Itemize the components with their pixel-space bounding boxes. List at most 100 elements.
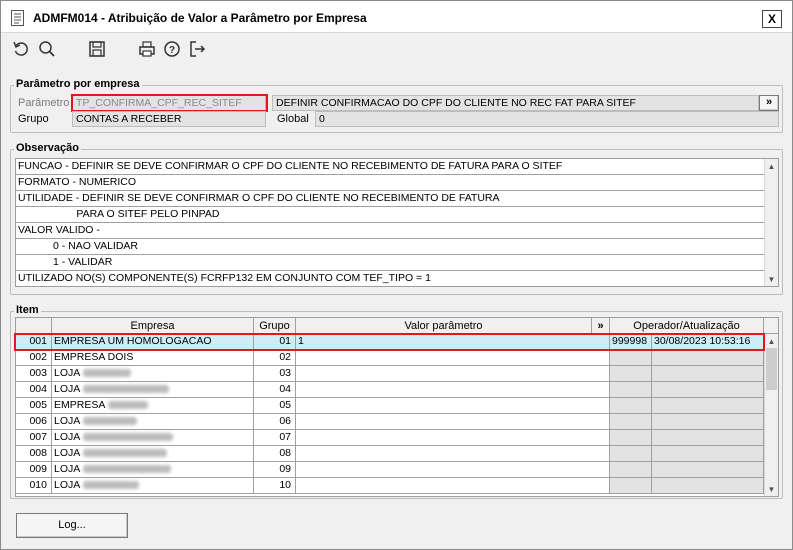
cell-atualizacao[interactable]	[652, 350, 764, 366]
cell-atualizacao[interactable]	[652, 430, 764, 446]
header-empresa[interactable]: Empresa	[52, 318, 254, 334]
cell-atualizacao[interactable]	[652, 446, 764, 462]
scroll-down-icon[interactable]: ▼	[765, 482, 778, 496]
header-valor[interactable]: Valor parâmetro	[296, 318, 592, 334]
empresa-name: EMPRESA DOIS	[54, 351, 134, 363]
cell-atualizacao[interactable]	[652, 382, 764, 398]
header-grupo[interactable]: Grupo	[254, 318, 296, 334]
observacao-line: FORMATO - NUMERICO	[16, 175, 764, 191]
cell-code[interactable]: 003	[16, 366, 52, 382]
empresa-name: LOJA	[54, 383, 81, 395]
search-icon[interactable]	[38, 40, 56, 58]
cell-code[interactable]: 002	[16, 350, 52, 366]
scroll-down-icon[interactable]: ▼	[765, 272, 778, 286]
cell-operador[interactable]	[610, 414, 652, 430]
cell-grupo[interactable]: 05	[254, 398, 296, 414]
cell-atualizacao[interactable]	[652, 398, 764, 414]
cell-atualizacao[interactable]	[652, 414, 764, 430]
cell-grupo[interactable]: 03	[254, 366, 296, 382]
close-button[interactable]: X	[762, 10, 782, 28]
observacao-scrollbar[interactable]: ▲ ▼	[764, 159, 778, 286]
cell-grupo[interactable]: 04	[254, 382, 296, 398]
cell-valor[interactable]	[296, 478, 610, 494]
cell-operador[interactable]	[610, 478, 652, 494]
cell-grupo[interactable]: 08	[254, 446, 296, 462]
redacted-text	[83, 449, 168, 458]
header-operador[interactable]: Operador/Atualização	[610, 318, 764, 334]
cell-operador[interactable]	[610, 382, 652, 398]
cell-operador[interactable]	[610, 366, 652, 382]
cell-empresa[interactable]: EMPRESA	[52, 398, 254, 414]
table-row[interactable]: 009 LOJA 09	[16, 462, 764, 478]
cell-operador[interactable]	[610, 350, 652, 366]
cell-atualizacao[interactable]	[652, 478, 764, 494]
cell-grupo[interactable]: 02	[254, 350, 296, 366]
param-group-title: Parâmetro por empresa	[14, 78, 142, 90]
observacao-line: VALOR VALIDO -	[16, 223, 764, 239]
table-row[interactable]: 008 LOJA 08	[16, 446, 764, 462]
cell-valor[interactable]	[296, 446, 610, 462]
empresa-name: LOJA	[54, 447, 81, 459]
cell-empresa[interactable]: LOJA	[52, 366, 254, 382]
cell-grupo[interactable]: 06	[254, 414, 296, 430]
table-row[interactable]: 005 EMPRESA 05	[16, 398, 764, 414]
help-icon[interactable]: ?	[163, 40, 181, 58]
observacao-text[interactable]: FUNCAO - DEFINIR SE DEVE CONFIRMAR O CPF…	[15, 158, 779, 287]
cell-operador[interactable]	[610, 430, 652, 446]
scroll-up-icon[interactable]: ▲	[765, 334, 778, 348]
cell-valor[interactable]	[296, 366, 610, 382]
table-row[interactable]: 003 LOJA 03	[16, 366, 764, 382]
item-scrollbar[interactable]: ▲ ▼	[764, 334, 778, 496]
log-button[interactable]: Log...	[16, 513, 128, 538]
grupo-label: Grupo	[18, 113, 49, 125]
cell-empresa[interactable]: LOJA	[52, 414, 254, 430]
cell-valor[interactable]	[296, 382, 610, 398]
cell-code[interactable]: 005	[16, 398, 52, 414]
cell-empresa[interactable]: LOJA	[52, 382, 254, 398]
cell-grupo[interactable]: 09	[254, 462, 296, 478]
cell-code[interactable]: 009	[16, 462, 52, 478]
empresa-name: LOJA	[54, 367, 81, 379]
cell-code[interactable]: 008	[16, 446, 52, 462]
table-row[interactable]: 004 LOJA 04	[16, 382, 764, 398]
cell-code[interactable]: 006	[16, 414, 52, 430]
cell-code[interactable]: 007	[16, 430, 52, 446]
cell-valor[interactable]	[296, 350, 610, 366]
table-row[interactable]: 010 LOJA 10	[16, 478, 764, 494]
cell-atualizacao[interactable]	[652, 462, 764, 478]
table-row[interactable]: 007 LOJA 07	[16, 430, 764, 446]
scroll-thumb[interactable]	[766, 348, 777, 390]
cell-empresa[interactable]: LOJA	[52, 462, 254, 478]
table-row[interactable]: 002 EMPRESA DOIS 02	[16, 350, 764, 366]
cell-grupo[interactable]: 07	[254, 430, 296, 446]
table-row[interactable]: 006 LOJA 06	[16, 414, 764, 430]
param-expand-button[interactable]: »	[759, 95, 779, 111]
cell-valor[interactable]	[296, 398, 610, 414]
exit-icon[interactable]	[188, 40, 206, 58]
cell-grupo[interactable]: 10	[254, 478, 296, 494]
cell-operador[interactable]	[610, 398, 652, 414]
redacted-text	[83, 385, 170, 394]
cell-valor[interactable]	[296, 414, 610, 430]
print-icon[interactable]	[138, 40, 156, 58]
cell-empresa[interactable]: LOJA	[52, 446, 254, 462]
refresh-icon[interactable]	[12, 40, 30, 58]
cell-operador[interactable]	[610, 446, 652, 462]
cell-operador[interactable]	[610, 462, 652, 478]
redacted-text	[83, 465, 172, 474]
cell-code[interactable]: 010	[16, 478, 52, 494]
header-corner	[764, 318, 778, 334]
header-expand-button[interactable]: »	[592, 318, 610, 334]
cell-valor[interactable]	[296, 462, 610, 478]
grupo-field: CONTAS A RECEBER	[72, 111, 266, 127]
window-title: ADMFM014 - Atribuição de Valor a Parâmet…	[33, 11, 367, 25]
cell-code[interactable]: 004	[16, 382, 52, 398]
scroll-up-icon[interactable]: ▲	[765, 159, 778, 173]
cell-empresa[interactable]: LOJA	[52, 478, 254, 494]
save-icon[interactable]	[88, 40, 106, 58]
redacted-text	[83, 481, 140, 490]
cell-empresa[interactable]: EMPRESA DOIS	[52, 350, 254, 366]
cell-atualizacao[interactable]	[652, 366, 764, 382]
cell-valor[interactable]	[296, 430, 610, 446]
cell-empresa[interactable]: LOJA	[52, 430, 254, 446]
